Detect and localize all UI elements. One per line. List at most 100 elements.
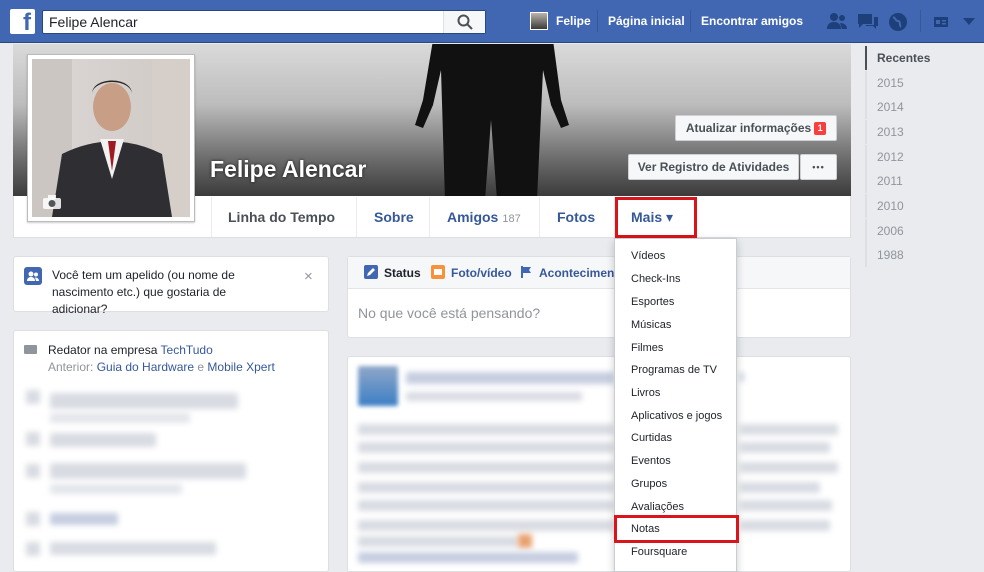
blurred-content <box>358 482 614 493</box>
activity-log-button[interactable]: Ver Registro de Atividades <box>628 154 799 180</box>
blurred-content <box>406 372 614 384</box>
tab-friends-label: Amigos <box>447 209 499 225</box>
menu-item-groups[interactable]: Grupos <box>631 478 667 490</box>
user-avatar[interactable] <box>530 12 548 30</box>
work-company-link[interactable]: TechTudo <box>161 343 213 357</box>
blurred-content <box>406 392 582 401</box>
work-previous: Anterior: Guia do Hardware e Mobile Xper… <box>48 360 275 374</box>
more-tab-highlight <box>615 197 697 238</box>
blurred-content <box>740 520 830 531</box>
tab-divider <box>211 197 212 237</box>
blurred-content <box>740 500 832 511</box>
composer-tab-life-event[interactable]: Acontecimen <box>539 266 614 280</box>
tab-friends[interactable]: Amigos 187 <box>447 197 521 237</box>
life-event-icon <box>521 266 531 278</box>
blurred-content <box>518 534 532 548</box>
briefcase-icon <box>24 345 37 354</box>
nav-find-friends-link[interactable]: Encontrar amigos <box>701 14 803 28</box>
tab-about[interactable]: Sobre <box>374 197 414 237</box>
menu-item-events[interactable]: Eventos <box>631 455 671 467</box>
notifications-globe-icon[interactable] <box>888 12 908 32</box>
privacy-shortcuts-icon[interactable] <box>934 15 952 29</box>
composer-tab-status[interactable]: Status <box>384 266 421 280</box>
update-info-label: Atualizar informações <box>685 121 812 135</box>
edit-status-icon <box>364 265 378 279</box>
account-menu-icon[interactable] <box>963 18 975 26</box>
year-nav-item[interactable]: 2006 <box>865 219 965 243</box>
year-nav-item[interactable]: Recentes <box>865 46 965 70</box>
tab-photos[interactable]: Fotos <box>557 197 595 237</box>
blurred-content <box>740 424 838 435</box>
messages-icon[interactable] <box>857 12 879 30</box>
update-info-button[interactable]: Atualizar informações 1 <box>675 115 837 141</box>
work-current: Redator na empresa TechTudo <box>48 343 213 357</box>
year-nav-item[interactable]: 2012 <box>865 145 965 169</box>
previous-conjunction: e <box>194 360 208 374</box>
blurred-content <box>26 464 40 478</box>
notification-badge: 1 <box>814 122 827 135</box>
notes-item-highlight <box>614 515 739 543</box>
blurred-content <box>50 513 118 525</box>
menu-item-videos[interactable]: Vídeos <box>631 250 665 262</box>
camera-icon[interactable] <box>42 194 62 210</box>
close-icon[interactable]: × <box>304 268 313 285</box>
nav-profile-link[interactable]: Felipe <box>556 14 591 28</box>
status-input[interactable]: No que você está pensando? <box>358 305 540 321</box>
blurred-content <box>740 462 838 473</box>
nav-divider <box>690 10 691 32</box>
search-box[interactable]: Felipe Alencar <box>42 10 486 34</box>
blurred-content <box>740 442 830 453</box>
menu-item-tv-shows[interactable]: Programas de TV <box>631 364 717 376</box>
tab-divider <box>539 197 540 237</box>
nav-divider <box>920 10 921 32</box>
top-navigation-bar: f Felipe Alencar Felipe Página inicial E… <box>0 0 984 43</box>
year-nav-item[interactable]: 1988 <box>865 243 965 267</box>
menu-item-music[interactable]: Músicas <box>631 319 671 331</box>
year-nav-item[interactable]: 2014 <box>865 95 965 119</box>
menu-item-apps-games[interactable]: Aplicativos e jogos <box>631 410 722 422</box>
profile-picture[interactable] <box>27 54 195 222</box>
blurred-content <box>26 432 40 446</box>
year-nav-item[interactable]: 2010 <box>865 194 965 218</box>
more-options-button[interactable]: ••• <box>800 154 837 180</box>
year-nav-item[interactable]: 2015 <box>865 71 965 95</box>
blurred-content <box>358 424 614 435</box>
tab-divider <box>356 197 357 237</box>
composer-tab-photo-video[interactable]: Foto/vídeo <box>451 266 512 280</box>
nav-home-link[interactable]: Página inicial <box>608 14 685 28</box>
cover-silhouette-image <box>415 44 569 196</box>
menu-item-books[interactable]: Livros <box>631 387 660 399</box>
blurred-content <box>358 462 614 473</box>
nickname-prompt-text[interactable]: Você tem um apelido (ou nome de nascimen… <box>52 267 282 318</box>
previous-company-link[interactable]: Guia do Hardware <box>97 360 194 374</box>
nav-divider <box>597 10 598 32</box>
blurred-content <box>50 484 182 494</box>
work-prefix: Redator na empresa <box>48 343 161 357</box>
year-nav-item[interactable]: 2013 <box>865 120 965 144</box>
friends-count: 187 <box>502 213 521 225</box>
search-icon <box>457 14 473 30</box>
menu-item-check-ins[interactable]: Check-Ins <box>631 273 681 285</box>
friend-requests-icon[interactable] <box>826 12 848 30</box>
post-author-avatar <box>358 366 398 406</box>
blurred-content <box>26 512 40 526</box>
blurred-content <box>26 390 40 404</box>
menu-item-likes[interactable]: Curtidas <box>631 432 672 444</box>
menu-item-movies[interactable]: Filmes <box>631 342 663 354</box>
facebook-logo[interactable]: f <box>10 9 35 34</box>
menu-item-sports[interactable]: Esportes <box>631 296 674 308</box>
tab-timeline[interactable]: Linha do Tempo <box>228 197 335 237</box>
search-input[interactable]: Felipe Alencar <box>49 14 138 30</box>
menu-item-foursquare[interactable]: Foursquare <box>631 546 687 558</box>
menu-item-reviews[interactable]: Avaliações <box>631 501 684 513</box>
blurred-content <box>358 500 614 511</box>
profile-name[interactable]: Felipe Alencar <box>210 156 366 183</box>
blurred-content <box>50 413 190 423</box>
search-button[interactable] <box>443 11 485 33</box>
blurred-content <box>358 442 614 453</box>
blurred-content <box>50 542 216 555</box>
year-nav-item[interactable]: 2011 <box>865 169 965 193</box>
previous-company-link[interactable]: Mobile Xpert <box>207 360 274 374</box>
blurred-content <box>740 372 744 382</box>
profile-photo <box>32 59 190 217</box>
